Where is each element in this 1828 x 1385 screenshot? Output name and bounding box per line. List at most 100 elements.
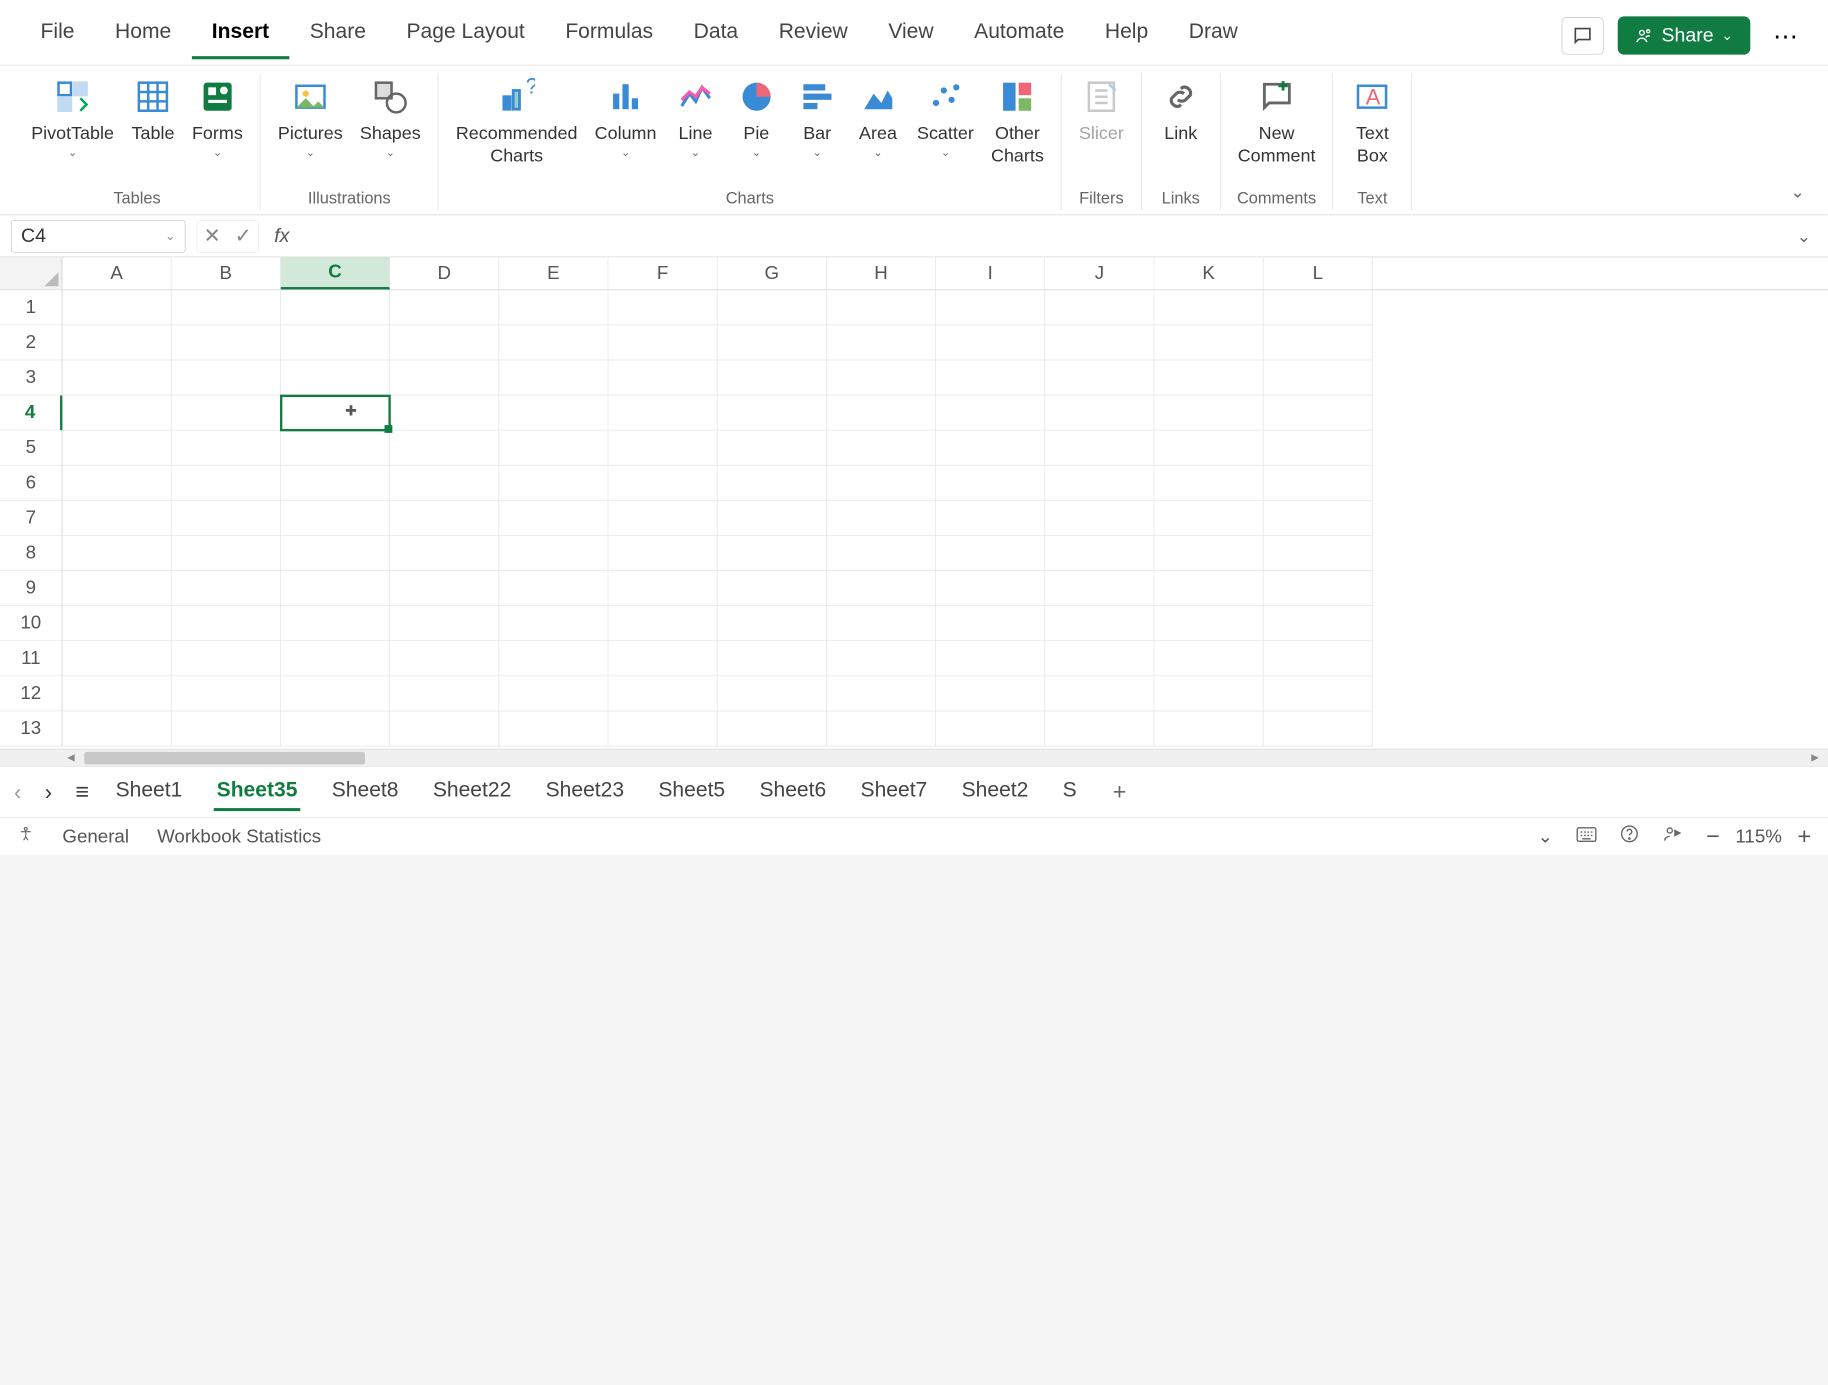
cell[interactable] (390, 466, 499, 501)
cell[interactable] (718, 501, 827, 536)
pivottable-button[interactable]: PivotTable ⌄ (25, 73, 120, 162)
cell[interactable] (172, 431, 281, 466)
cell[interactable] (281, 676, 390, 711)
cell[interactable] (1045, 360, 1154, 395)
scroll-thumb[interactable] (84, 752, 365, 764)
cell[interactable] (608, 676, 717, 711)
cell[interactable] (172, 360, 281, 395)
share-button[interactable]: Share ⌄ (1618, 16, 1750, 54)
cell[interactable] (62, 395, 171, 430)
sheet-tab-Sheet8[interactable]: Sheet8 (329, 773, 402, 811)
cell[interactable] (1264, 466, 1373, 501)
cell[interactable] (62, 676, 171, 711)
cell[interactable] (62, 290, 171, 325)
cell[interactable] (827, 711, 936, 746)
row-header-11[interactable]: 11 (0, 641, 62, 676)
cell[interactable] (718, 571, 827, 606)
cell[interactable] (936, 325, 1045, 360)
column-header-L[interactable]: L (1264, 257, 1373, 289)
cell[interactable] (718, 641, 827, 676)
cell[interactable] (936, 501, 1045, 536)
cell[interactable] (936, 395, 1045, 430)
cell[interactable] (499, 711, 608, 746)
other-charts-button[interactable]: Other Charts (985, 73, 1050, 169)
tab-view[interactable]: View (868, 12, 954, 60)
cell[interactable] (608, 606, 717, 641)
accept-formula-button[interactable]: ✓ (235, 224, 252, 248)
cell[interactable] (718, 360, 827, 395)
column-header-E[interactable]: E (499, 257, 608, 289)
cell[interactable] (1154, 641, 1263, 676)
forms-button[interactable]: Forms ⌄ (186, 73, 249, 162)
cell[interactable] (936, 290, 1045, 325)
tab-formulas[interactable]: Formulas (545, 12, 673, 60)
cancel-formula-button[interactable]: ✕ (204, 224, 221, 248)
scroll-left-button[interactable]: ◄ (62, 750, 79, 767)
row-header-3[interactable]: 3 (0, 360, 62, 395)
cell[interactable] (172, 711, 281, 746)
cell[interactable] (1264, 641, 1373, 676)
cell[interactable] (718, 290, 827, 325)
cell[interactable] (936, 466, 1045, 501)
cell[interactable] (62, 711, 171, 746)
name-box[interactable]: C4 ⌄ (11, 220, 186, 253)
pictures-button[interactable]: Pictures ⌄ (272, 73, 349, 162)
formula-input[interactable] (305, 220, 1780, 253)
cell[interactable] (1264, 606, 1373, 641)
sheet-tab-Sheet1[interactable]: Sheet1 (112, 773, 185, 811)
cell[interactable] (827, 431, 936, 466)
tab-page-layout[interactable]: Page Layout (386, 12, 545, 60)
sheet-tab-Sheet6[interactable]: Sheet6 (756, 773, 829, 811)
cell[interactable] (172, 676, 281, 711)
cell[interactable] (608, 641, 717, 676)
sheet-tab-Sheet23[interactable]: Sheet23 (542, 773, 627, 811)
all-sheets-button[interactable]: ≡ (75, 779, 89, 806)
cell[interactable] (281, 501, 390, 536)
add-sheet-button[interactable]: + (1103, 779, 1126, 806)
cell[interactable] (827, 290, 936, 325)
column-header-F[interactable]: F (608, 257, 717, 289)
accessibility-icon[interactable] (17, 825, 34, 848)
line-chart-button[interactable]: Line ⌄ (667, 73, 723, 162)
cell[interactable] (608, 501, 717, 536)
cell[interactable] (62, 466, 171, 501)
cell[interactable] (827, 395, 936, 430)
tab-data[interactable]: Data (673, 12, 758, 60)
formula-bar-expand-button[interactable]: ⌄ (1791, 226, 1818, 246)
area-chart-button[interactable]: Area ⌄ (850, 73, 906, 162)
cell[interactable] (390, 290, 499, 325)
column-header-D[interactable]: D (390, 257, 499, 289)
cell[interactable] (390, 431, 499, 466)
cell[interactable] (827, 571, 936, 606)
cell[interactable] (390, 641, 499, 676)
ribbon-expand-button[interactable]: ⌄ (1791, 182, 1815, 210)
cell[interactable] (1045, 641, 1154, 676)
cell[interactable] (1154, 325, 1263, 360)
sheet-tab-S[interactable]: S (1060, 773, 1080, 811)
cell[interactable] (827, 641, 936, 676)
slicer-button[interactable]: Slicer (1073, 73, 1130, 147)
cell[interactable] (1154, 395, 1263, 430)
cell[interactable] (1045, 325, 1154, 360)
cell[interactable] (718, 325, 827, 360)
cell[interactable] (608, 290, 717, 325)
status-mode[interactable]: General (62, 826, 129, 848)
tab-share[interactable]: Share (289, 12, 386, 60)
cell[interactable] (62, 641, 171, 676)
cell[interactable] (1045, 676, 1154, 711)
scroll-right-button[interactable]: ► (1806, 750, 1823, 767)
cell[interactable] (62, 536, 171, 571)
cell[interactable] (499, 395, 608, 430)
cell[interactable] (172, 290, 281, 325)
tab-help[interactable]: Help (1085, 12, 1169, 60)
cell[interactable] (499, 501, 608, 536)
row-header-13[interactable]: 13 (0, 711, 62, 746)
cell[interactable] (390, 676, 499, 711)
cell[interactable] (281, 431, 390, 466)
cell[interactable] (499, 641, 608, 676)
tab-automate[interactable]: Automate (954, 12, 1085, 60)
cell[interactable] (390, 571, 499, 606)
cell[interactable] (172, 571, 281, 606)
cell[interactable] (608, 711, 717, 746)
row-header-5[interactable]: 5 (0, 431, 62, 466)
